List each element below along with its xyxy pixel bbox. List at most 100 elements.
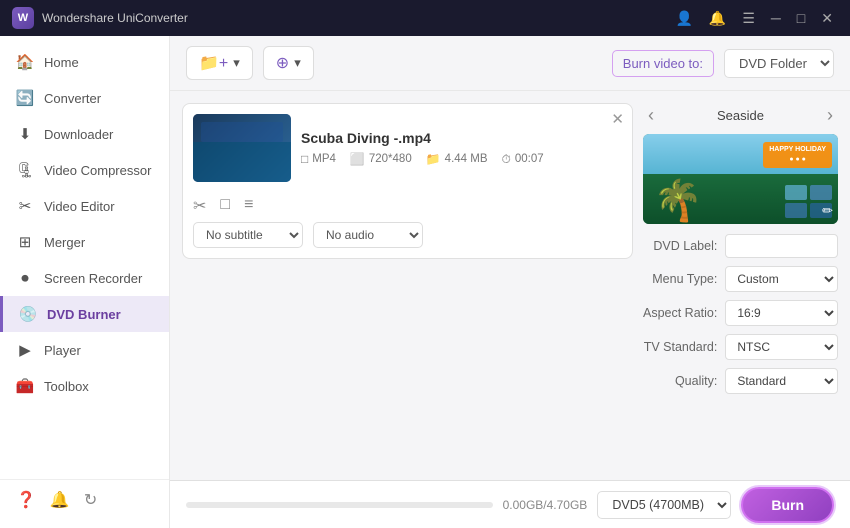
settings-icon[interactable]: ≡ — [244, 196, 253, 216]
sidebar-item-toolbox[interactable]: 🧰 Toolbox — [0, 368, 169, 404]
resolution-value: 720*480 — [369, 153, 412, 165]
duration-icon: ⏱ — [502, 152, 511, 167]
bell-icon[interactable]: 🔔 — [704, 8, 731, 29]
quality-label: Quality: — [643, 374, 717, 388]
cut-icon[interactable]: ✂ — [193, 196, 206, 216]
size-prop: 📁 4.44 MB — [426, 152, 488, 167]
sidebar-label-converter: Converter — [44, 91, 101, 106]
video-dropdowns: No subtitle No audio — [193, 222, 622, 248]
burn-destination-select[interactable]: DVD Folder DVD Disc ISO File — [724, 49, 834, 78]
sidebar-item-converter[interactable]: 🔄 Converter — [0, 80, 169, 116]
video-actions: ✂ □ ≡ — [193, 196, 622, 216]
sidebar-item-dvd-burner[interactable]: 💿 DVD Burner — [0, 296, 169, 332]
add-chapter-button[interactable]: ⊕ ▾ — [263, 46, 314, 80]
preview-edit-icon[interactable]: ✏ — [822, 203, 833, 219]
menu-type-select[interactable]: Custom None Classic Modern — [725, 266, 838, 292]
dvd-icon: 💿 — [19, 305, 37, 323]
window-controls: 👤 🔔 ☰ ─ □ ✕ — [670, 8, 838, 29]
recorder-icon: ⏺ — [16, 269, 34, 287]
toolbox-icon: 🧰 — [16, 377, 34, 395]
sidebar-label-compressor: Video Compressor — [44, 163, 151, 178]
menu-type-label: Menu Type: — [643, 272, 717, 286]
converter-icon: 🔄 — [16, 89, 34, 107]
downloader-icon: ⬇ — [16, 125, 34, 143]
size-value: 4.44 MB — [445, 153, 488, 165]
help-icon[interactable]: ❓ — [16, 490, 36, 510]
tv-standard-select[interactable]: NTSC PAL — [725, 334, 838, 360]
sidebar-label-downloader: Downloader — [44, 127, 113, 142]
merger-icon: ⊞ — [16, 233, 34, 251]
close-icon[interactable]: ✕ — [816, 8, 838, 29]
sidebar-item-merger[interactable]: ⊞ Merger — [0, 224, 169, 260]
toolbar: 📁+ ▾ ⊕ ▾ Burn video to: DVD Folder DVD D… — [170, 36, 850, 91]
video-meta: Scuba Diving -.mp4 □ MP4 ⬜ 720*480 — [301, 130, 622, 167]
titlebar: W Wondershare UniConverter 👤 🔔 ☰ ─ □ ✕ — [0, 0, 850, 36]
dvd-properties: DVD Label: Menu Type: Custom None Classi… — [643, 234, 838, 394]
template-next-button[interactable]: › — [822, 103, 838, 128]
dvd-label-input[interactable] — [725, 234, 838, 258]
format-prop: □ MP4 — [301, 152, 336, 167]
sidebar-label-player: Player — [44, 343, 81, 358]
progress-bar — [186, 502, 493, 508]
video-info-row: Scuba Diving -.mp4 □ MP4 ⬜ 720*480 — [193, 114, 622, 182]
notification-icon[interactable]: 🔔 — [50, 490, 70, 510]
preview-palm: 🌴 — [653, 177, 703, 224]
maximize-icon[interactable]: □ — [792, 8, 810, 29]
aspect-ratio-select[interactable]: 16:9 4:3 — [725, 300, 838, 326]
quality-select[interactable]: Standard High Low — [725, 368, 838, 394]
sidebar-item-home[interactable]: 🏠 Home — [0, 44, 169, 80]
subtitle-select[interactable]: No subtitle — [193, 222, 303, 248]
resolution-prop: ⬜ 720*480 — [350, 152, 412, 167]
sidebar: 🏠 Home 🔄 Converter ⬇ Downloader 🗜 Video … — [0, 36, 170, 528]
add-chapter-icon: ⊕ — [276, 53, 289, 73]
aspect-ratio-label: Aspect Ratio: — [643, 306, 717, 320]
app-logo: W — [12, 7, 34, 29]
disc-type-select[interactable]: DVD5 (4700MB) DVD9 (8500MB) — [597, 491, 731, 519]
sidebar-label-recorder: Screen Recorder — [44, 271, 142, 286]
add-media-icon: 📁+ — [199, 53, 228, 73]
sidebar-label-dvd: DVD Burner — [47, 307, 121, 322]
sidebar-item-video-compressor[interactable]: 🗜 Video Compressor — [0, 152, 169, 188]
burn-video-label: Burn video to: — [612, 50, 714, 77]
content-area: ✕ Scuba Diving -.mp4 — [170, 91, 850, 480]
subtitle-edit-icon[interactable]: □ — [220, 196, 230, 216]
minimize-icon[interactable]: ─ — [766, 8, 786, 29]
sidebar-item-screen-recorder[interactable]: ⏺ Screen Recorder — [0, 260, 169, 296]
template-name: Seaside — [717, 108, 764, 123]
thumb-1 — [785, 185, 807, 200]
right-panel: ‹ Seaside › 🌴 HAPPY HOLIDAY● ● ● — [643, 103, 838, 468]
menu-icon[interactable]: ☰ — [737, 8, 760, 29]
tv-standard-label: TV Standard: — [643, 340, 717, 354]
video-card: ✕ Scuba Diving -.mp4 — [182, 103, 633, 259]
sync-icon[interactable]: ↻ — [84, 490, 97, 510]
burn-button[interactable]: Burn — [741, 487, 834, 523]
template-preview: 🌴 HAPPY HOLIDAY● ● ● ✏ — [643, 134, 838, 224]
sidebar-label-toolbox: Toolbox — [44, 379, 89, 394]
main-content: 📁+ ▾ ⊕ ▾ Burn video to: DVD Folder DVD D… — [170, 36, 850, 528]
editor-icon: ✂ — [16, 197, 34, 215]
thumb-3 — [785, 203, 807, 218]
format-icon: □ — [301, 152, 308, 166]
duration-prop: ⏱ 00:07 — [502, 152, 544, 167]
app-body: 🏠 Home 🔄 Converter ⬇ Downloader 🗜 Video … — [0, 36, 850, 528]
sidebar-item-player[interactable]: ▶ Player — [0, 332, 169, 368]
template-prev-button[interactable]: ‹ — [643, 103, 659, 128]
sidebar-label-home: Home — [44, 55, 79, 70]
add-media-label: ▾ — [233, 55, 240, 71]
storage-label: 0.00GB/4.70GB — [503, 498, 588, 512]
audio-select[interactable]: No audio — [313, 222, 423, 248]
thumb-2 — [810, 185, 832, 200]
sidebar-item-video-editor[interactable]: ✂ Video Editor — [0, 188, 169, 224]
home-icon: 🏠 — [16, 53, 34, 71]
add-media-button[interactable]: 📁+ ▾ — [186, 46, 253, 80]
player-icon: ▶ — [16, 341, 34, 359]
sidebar-item-downloader[interactable]: ⬇ Downloader — [0, 116, 169, 152]
video-props: □ MP4 ⬜ 720*480 📁 4.44 MB — [301, 152, 622, 167]
video-card-close[interactable]: ✕ — [611, 110, 624, 128]
sidebar-label-editor: Video Editor — [44, 199, 115, 214]
resolution-icon: ⬜ — [350, 152, 365, 166]
compressor-icon: 🗜 — [16, 161, 34, 179]
user-icon[interactable]: 👤 — [670, 8, 697, 29]
app-title: Wondershare UniConverter — [42, 11, 670, 25]
sidebar-bottom: ❓ 🔔 ↻ — [0, 479, 169, 520]
